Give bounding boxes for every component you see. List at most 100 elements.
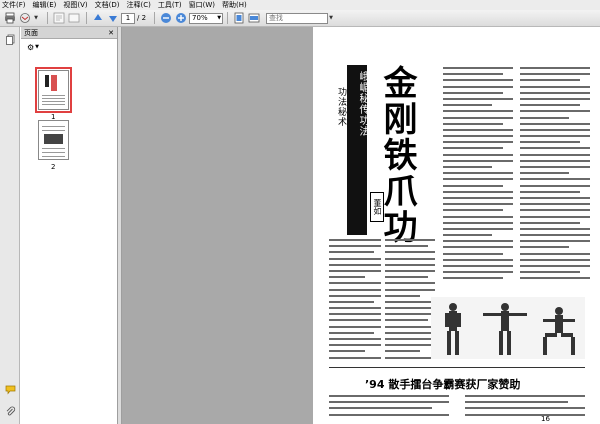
email-icon[interactable] [18, 12, 31, 25]
text-line [329, 245, 381, 248]
text-line [329, 395, 449, 397]
text-line [443, 190, 513, 193]
toolbar-separator [227, 12, 229, 24]
text-line [329, 350, 366, 353]
save-icon[interactable] [67, 12, 80, 25]
chevron-down-icon: ▼ [217, 14, 222, 21]
pdf-reader-window: 文件(F) 编辑(E) 视图(V) 文档(D) 注释(C) 工具(T) 窗口(W… [0, 0, 600, 424]
text-line [385, 344, 435, 347]
text-line [443, 79, 513, 82]
text-column [465, 395, 585, 420]
chevron-down-icon[interactable]: ▼ [33, 12, 39, 25]
text-line [329, 356, 381, 359]
text-line [443, 209, 504, 212]
thumb-line [42, 148, 65, 149]
text-line [385, 276, 428, 279]
text-line [385, 257, 435, 260]
text-line [443, 184, 504, 187]
text-line [520, 196, 590, 199]
text-line [385, 288, 435, 291]
document-page: 峨嵋秘传功法 功法秘术 金刚铁爪功 董如 ’94 散手擂台争霸赛获厂家赞助 16 [313, 27, 600, 424]
text-line [443, 277, 504, 280]
text-line [443, 271, 513, 274]
kungfu-figures-image [431, 297, 585, 359]
text-line [520, 166, 590, 168]
text-line [520, 221, 581, 224]
find-input[interactable] [266, 12, 329, 24]
text-line [329, 263, 381, 266]
section-divider [329, 367, 585, 368]
text-line [385, 300, 435, 303]
menu-document[interactable]: 文档(D) [95, 0, 120, 10]
text-line [443, 104, 492, 107]
page-thumbnail-1[interactable] [35, 67, 72, 113]
text-line [520, 178, 590, 181]
gear-icon[interactable]: ⚙ [27, 43, 34, 52]
close-icon[interactable]: ✕ [108, 29, 114, 37]
menu-bar: 文件(F) 编辑(E) 视图(V) 文档(D) 注释(C) 工具(T) 窗口(W… [0, 0, 600, 10]
menu-edit[interactable]: 编辑(E) [33, 0, 57, 10]
text-line [329, 269, 381, 272]
text-line [329, 239, 381, 241]
print-icon[interactable] [3, 12, 16, 25]
text-column [520, 67, 590, 284]
pages-icon[interactable] [4, 33, 16, 45]
text-line [385, 331, 435, 334]
text-line [329, 331, 374, 334]
arrow-down-icon[interactable] [106, 12, 119, 25]
menu-view[interactable]: 视图(V) [63, 0, 87, 10]
text-line [385, 282, 435, 285]
text-line [443, 67, 513, 69]
document-view[interactable]: 峨嵋秘传功法 功法秘术 金刚铁爪功 董如 ’94 散手擂台争霸赛获厂家赞助 16 [122, 27, 600, 424]
text-column [443, 67, 513, 284]
menu-help[interactable]: 帮助(H) [222, 0, 247, 10]
text-line [520, 91, 590, 94]
text-line [385, 356, 435, 359]
page-number: 16 [541, 415, 550, 423]
paperclip-icon[interactable] [4, 405, 16, 417]
arrow-up-icon[interactable] [91, 12, 104, 25]
thumb-line [42, 104, 65, 105]
first-page-icon[interactable] [52, 12, 65, 25]
text-line [520, 240, 590, 243]
menu-comments[interactable]: 注释(C) [127, 0, 151, 10]
text-line [385, 245, 428, 248]
thumb-title-red [51, 75, 57, 91]
text-column [329, 395, 449, 420]
text-line [520, 159, 590, 162]
text-line [443, 73, 504, 76]
thumb-line [42, 98, 65, 99]
text-line [520, 147, 590, 150]
zoom-out-icon[interactable] [159, 12, 172, 25]
illustration-photos [431, 297, 585, 359]
text-line [443, 258, 513, 261]
text-line [520, 203, 590, 206]
text-line [443, 265, 513, 267]
menu-window[interactable]: 窗口(W) [189, 0, 215, 10]
text-line [443, 196, 513, 199]
text-line [385, 350, 420, 353]
pages-panel-options[interactable]: ⚙ ▼ [21, 39, 117, 55]
zoom-in-icon[interactable] [174, 12, 187, 25]
toolbar-separator [86, 12, 87, 24]
thumb-line [42, 101, 65, 102]
text-line [329, 313, 381, 316]
fit-page-icon[interactable] [232, 12, 245, 25]
text-line [443, 147, 504, 150]
fit-width-icon[interactable] [247, 12, 260, 25]
page-number-input[interactable]: 1 [121, 12, 135, 24]
pages-panel: 页面 ✕ ⚙ ▼ 1 2 [21, 27, 118, 424]
menu-file[interactable]: 文件(F) [2, 0, 26, 10]
page-thumbnail-2[interactable] [38, 120, 69, 160]
menu-tools[interactable]: 工具(T) [158, 0, 182, 10]
text-line [520, 246, 569, 249]
text-line [443, 234, 492, 237]
chevron-down-icon[interactable]: ▼ [328, 12, 334, 25]
text-line [443, 128, 513, 131]
text-line [465, 413, 585, 416]
navigation-strip [0, 27, 20, 424]
pages-panel-header: 页面 ✕ [21, 27, 117, 39]
comment-icon[interactable] [4, 383, 16, 395]
zoom-select[interactable]: 70% ▼ [189, 12, 224, 24]
text-line [465, 407, 585, 410]
